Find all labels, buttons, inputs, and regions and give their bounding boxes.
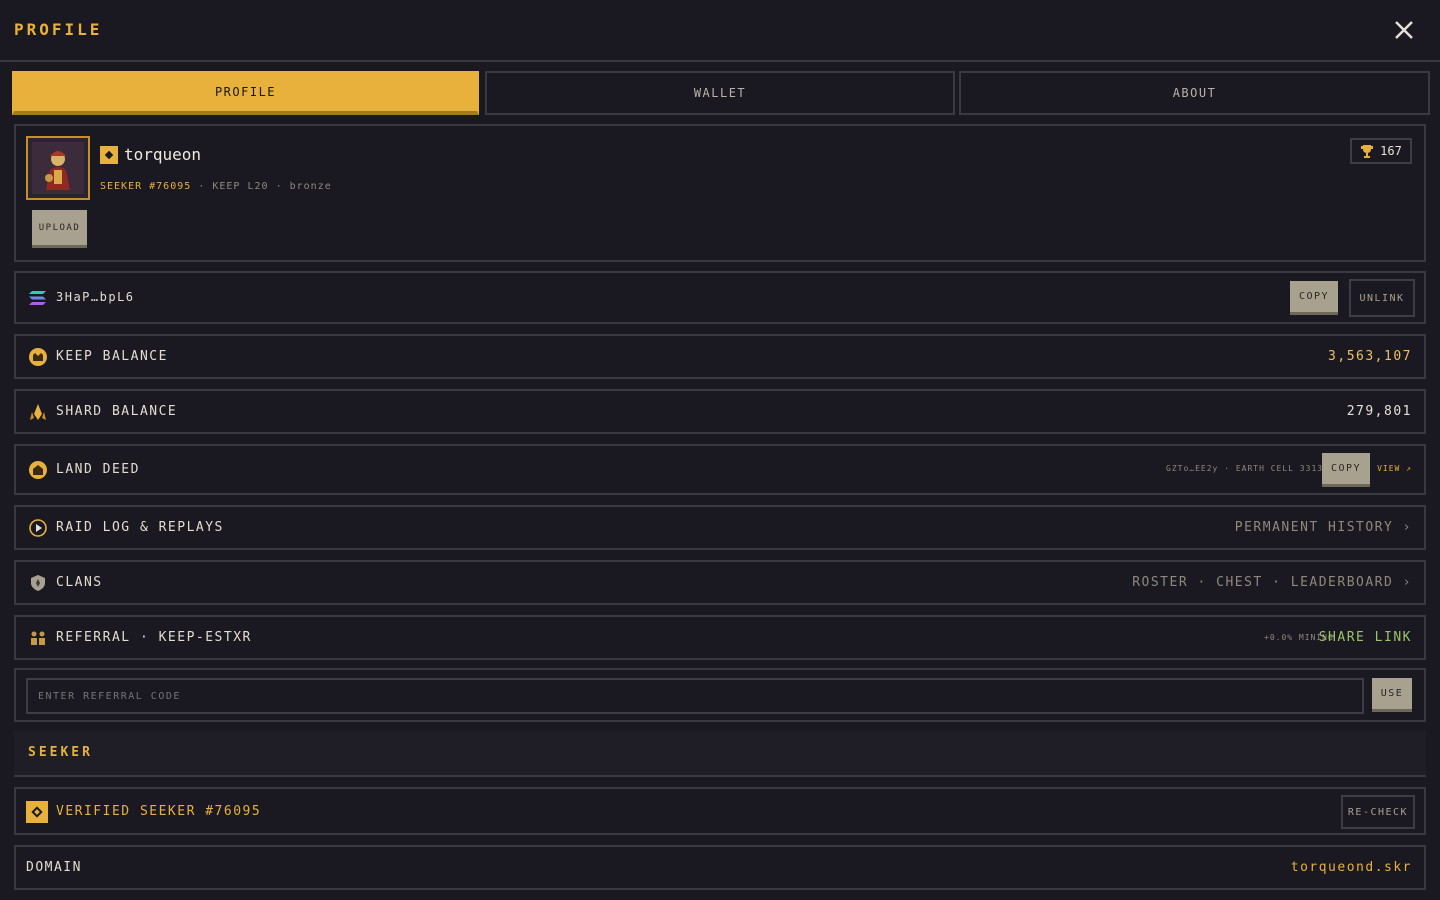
referral-code-input[interactable] — [26, 678, 1364, 714]
recheck-button[interactable]: RE-CHECK — [1341, 795, 1415, 829]
wallet-row: 3HaP…bpL6 COPY UNLINK — [14, 271, 1426, 324]
profile-card: torqueon SEEKER #76095 · KEEP L20 · bron… — [14, 124, 1426, 262]
tier: bronze — [289, 181, 332, 192]
tab-wallet[interactable]: WALLET — [485, 71, 955, 115]
trophy-count: 167 — [1380, 144, 1402, 158]
land-deed-id: GZTo…EE2y — [1166, 464, 1219, 473]
copy-wallet-button[interactable]: COPY — [1290, 281, 1338, 315]
trophy-badge: 167 — [1350, 138, 1412, 164]
seeker-badge-icon — [100, 146, 118, 164]
keep-coin-icon — [29, 348, 47, 366]
keep-level: KEEP L20 — [212, 181, 269, 192]
referral-row: REFERRAL · KEEP-ESTXR +0.0% MINING SHARE… — [14, 615, 1426, 660]
wallet-address: 3HaP…bpL6 — [56, 290, 135, 304]
verified-seeker-row: VERIFIED SEEKER #76095 RE-CHECK — [14, 787, 1426, 835]
land-deed-info: GZTo…EE2y · EARTH CELL 33132 — [1166, 464, 1329, 473]
clans-link[interactable]: ROSTER · CHEST · LEADERBOARD › — [1132, 575, 1412, 590]
upload-button[interactable]: UPLOAD — [32, 210, 87, 248]
domain-value: torqueond.skr — [1290, 860, 1412, 875]
verified-badge-icon — [26, 801, 48, 823]
clans-label: CLANS — [56, 575, 103, 590]
shard-balance-label: SHARD BALANCE — [56, 404, 178, 419]
referral-label: REFERRAL · KEEP-ESTXR — [56, 630, 252, 645]
keep-balance-value: 3,563,107 — [1328, 349, 1412, 364]
tab-about[interactable]: ABOUT — [959, 71, 1430, 115]
profile-meta: SEEKER #76095 · KEEP L20 · bronze — [100, 181, 332, 192]
solana-icon — [29, 291, 46, 305]
domain-row: DOMAIN torqueond.skr — [14, 845, 1426, 890]
play-circle-icon — [29, 519, 47, 537]
keep-balance-row: KEEP BALANCE 3,563,107 — [14, 334, 1426, 379]
land-deed-row: LAND DEED GZTo…EE2y · EARTH CELL 33132 C… — [14, 444, 1426, 495]
people-icon — [31, 631, 45, 645]
referral-input-row: USE — [14, 668, 1426, 722]
land-deed-label: LAND DEED — [56, 462, 140, 477]
seeker-section-title: SEEKER — [28, 745, 93, 760]
raid-log-link[interactable]: PERMANENT HISTORY › — [1235, 520, 1412, 535]
clans-row[interactable]: CLANS ROSTER · CHEST · LEADERBOARD › — [14, 560, 1426, 605]
shard-icon — [30, 404, 46, 420]
keep-balance-label: KEEP BALANCE — [56, 349, 168, 364]
share-link-button[interactable]: SHARE LINK — [1319, 630, 1412, 645]
view-deed-link[interactable]: VIEW ↗ — [1377, 464, 1412, 473]
close-button[interactable] — [1390, 16, 1418, 44]
close-icon — [1395, 21, 1413, 39]
verified-seeker-label: VERIFIED SEEKER #76095 — [56, 804, 262, 819]
trophy-icon — [1361, 145, 1374, 158]
seeker-id: SEEKER #76095 — [100, 181, 192, 192]
raid-log-row[interactable]: RAID LOG & REPLAYS PERMANENT HISTORY › — [14, 505, 1426, 550]
use-code-button[interactable]: USE — [1372, 678, 1412, 712]
tab-bar: PROFILE WALLET ABOUT — [12, 71, 1430, 115]
page-title: PROFILE — [14, 20, 103, 39]
land-deed-icon — [29, 461, 47, 479]
tab-profile[interactable]: PROFILE — [12, 71, 479, 115]
seeker-section-header: SEEKER — [14, 731, 1426, 777]
copy-deed-button[interactable]: COPY — [1322, 453, 1370, 487]
shard-balance-value: 279,801 — [1346, 404, 1412, 419]
domain-label: DOMAIN — [26, 860, 82, 875]
raid-log-label: RAID LOG & REPLAYS — [56, 520, 224, 535]
shard-balance-row: SHARD BALANCE 279,801 — [14, 389, 1426, 434]
username: torqueon — [124, 145, 202, 164]
unlink-wallet-button[interactable]: UNLINK — [1349, 279, 1415, 317]
clan-shield-icon — [31, 575, 45, 591]
header-bar: PROFILE — [0, 0, 1440, 62]
avatar[interactable] — [26, 136, 90, 200]
avatar-image-icon — [32, 142, 84, 194]
land-deed-location: EARTH CELL 33132 — [1235, 464, 1329, 473]
